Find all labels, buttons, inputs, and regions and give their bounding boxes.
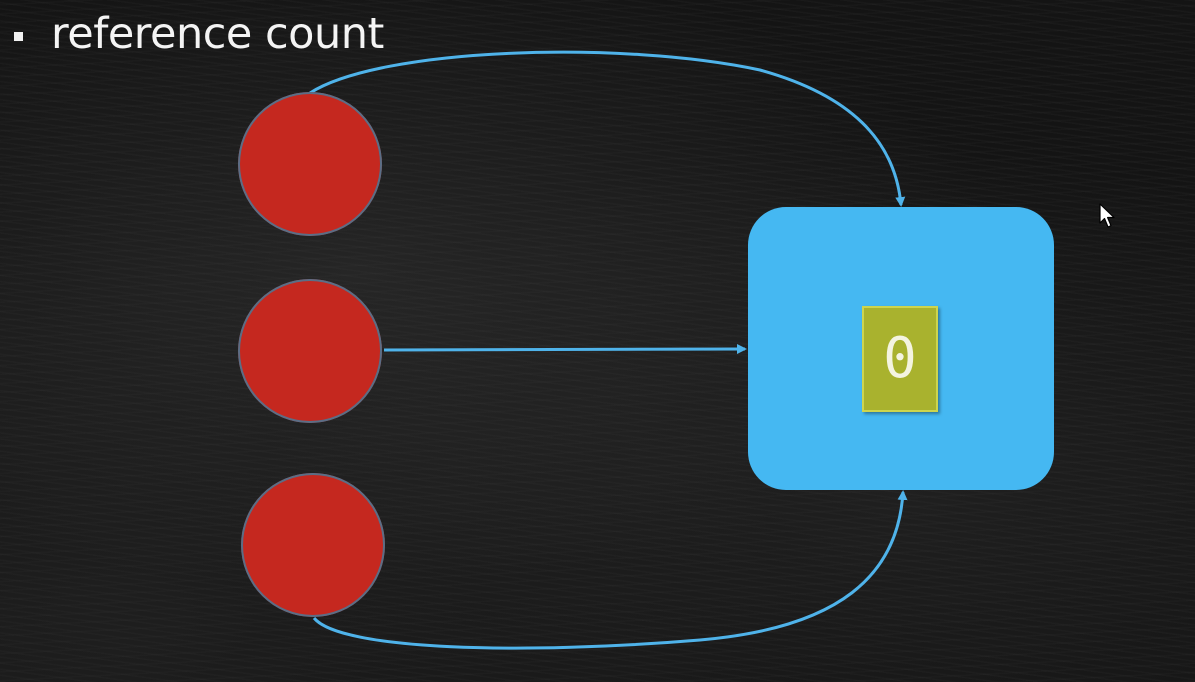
reference-count-value: 0 <box>883 326 917 391</box>
arrow-top-reference <box>309 50 906 207</box>
referrer-node-1 <box>238 92 382 236</box>
arrow-middle-reference <box>383 344 747 355</box>
mouse-pointer-icon <box>1099 203 1115 228</box>
referrer-node-3 <box>241 473 385 617</box>
arrow-bottom-reference <box>312 490 908 650</box>
referrer-node-2 <box>238 279 382 423</box>
reference-counter: 0 <box>862 306 938 412</box>
